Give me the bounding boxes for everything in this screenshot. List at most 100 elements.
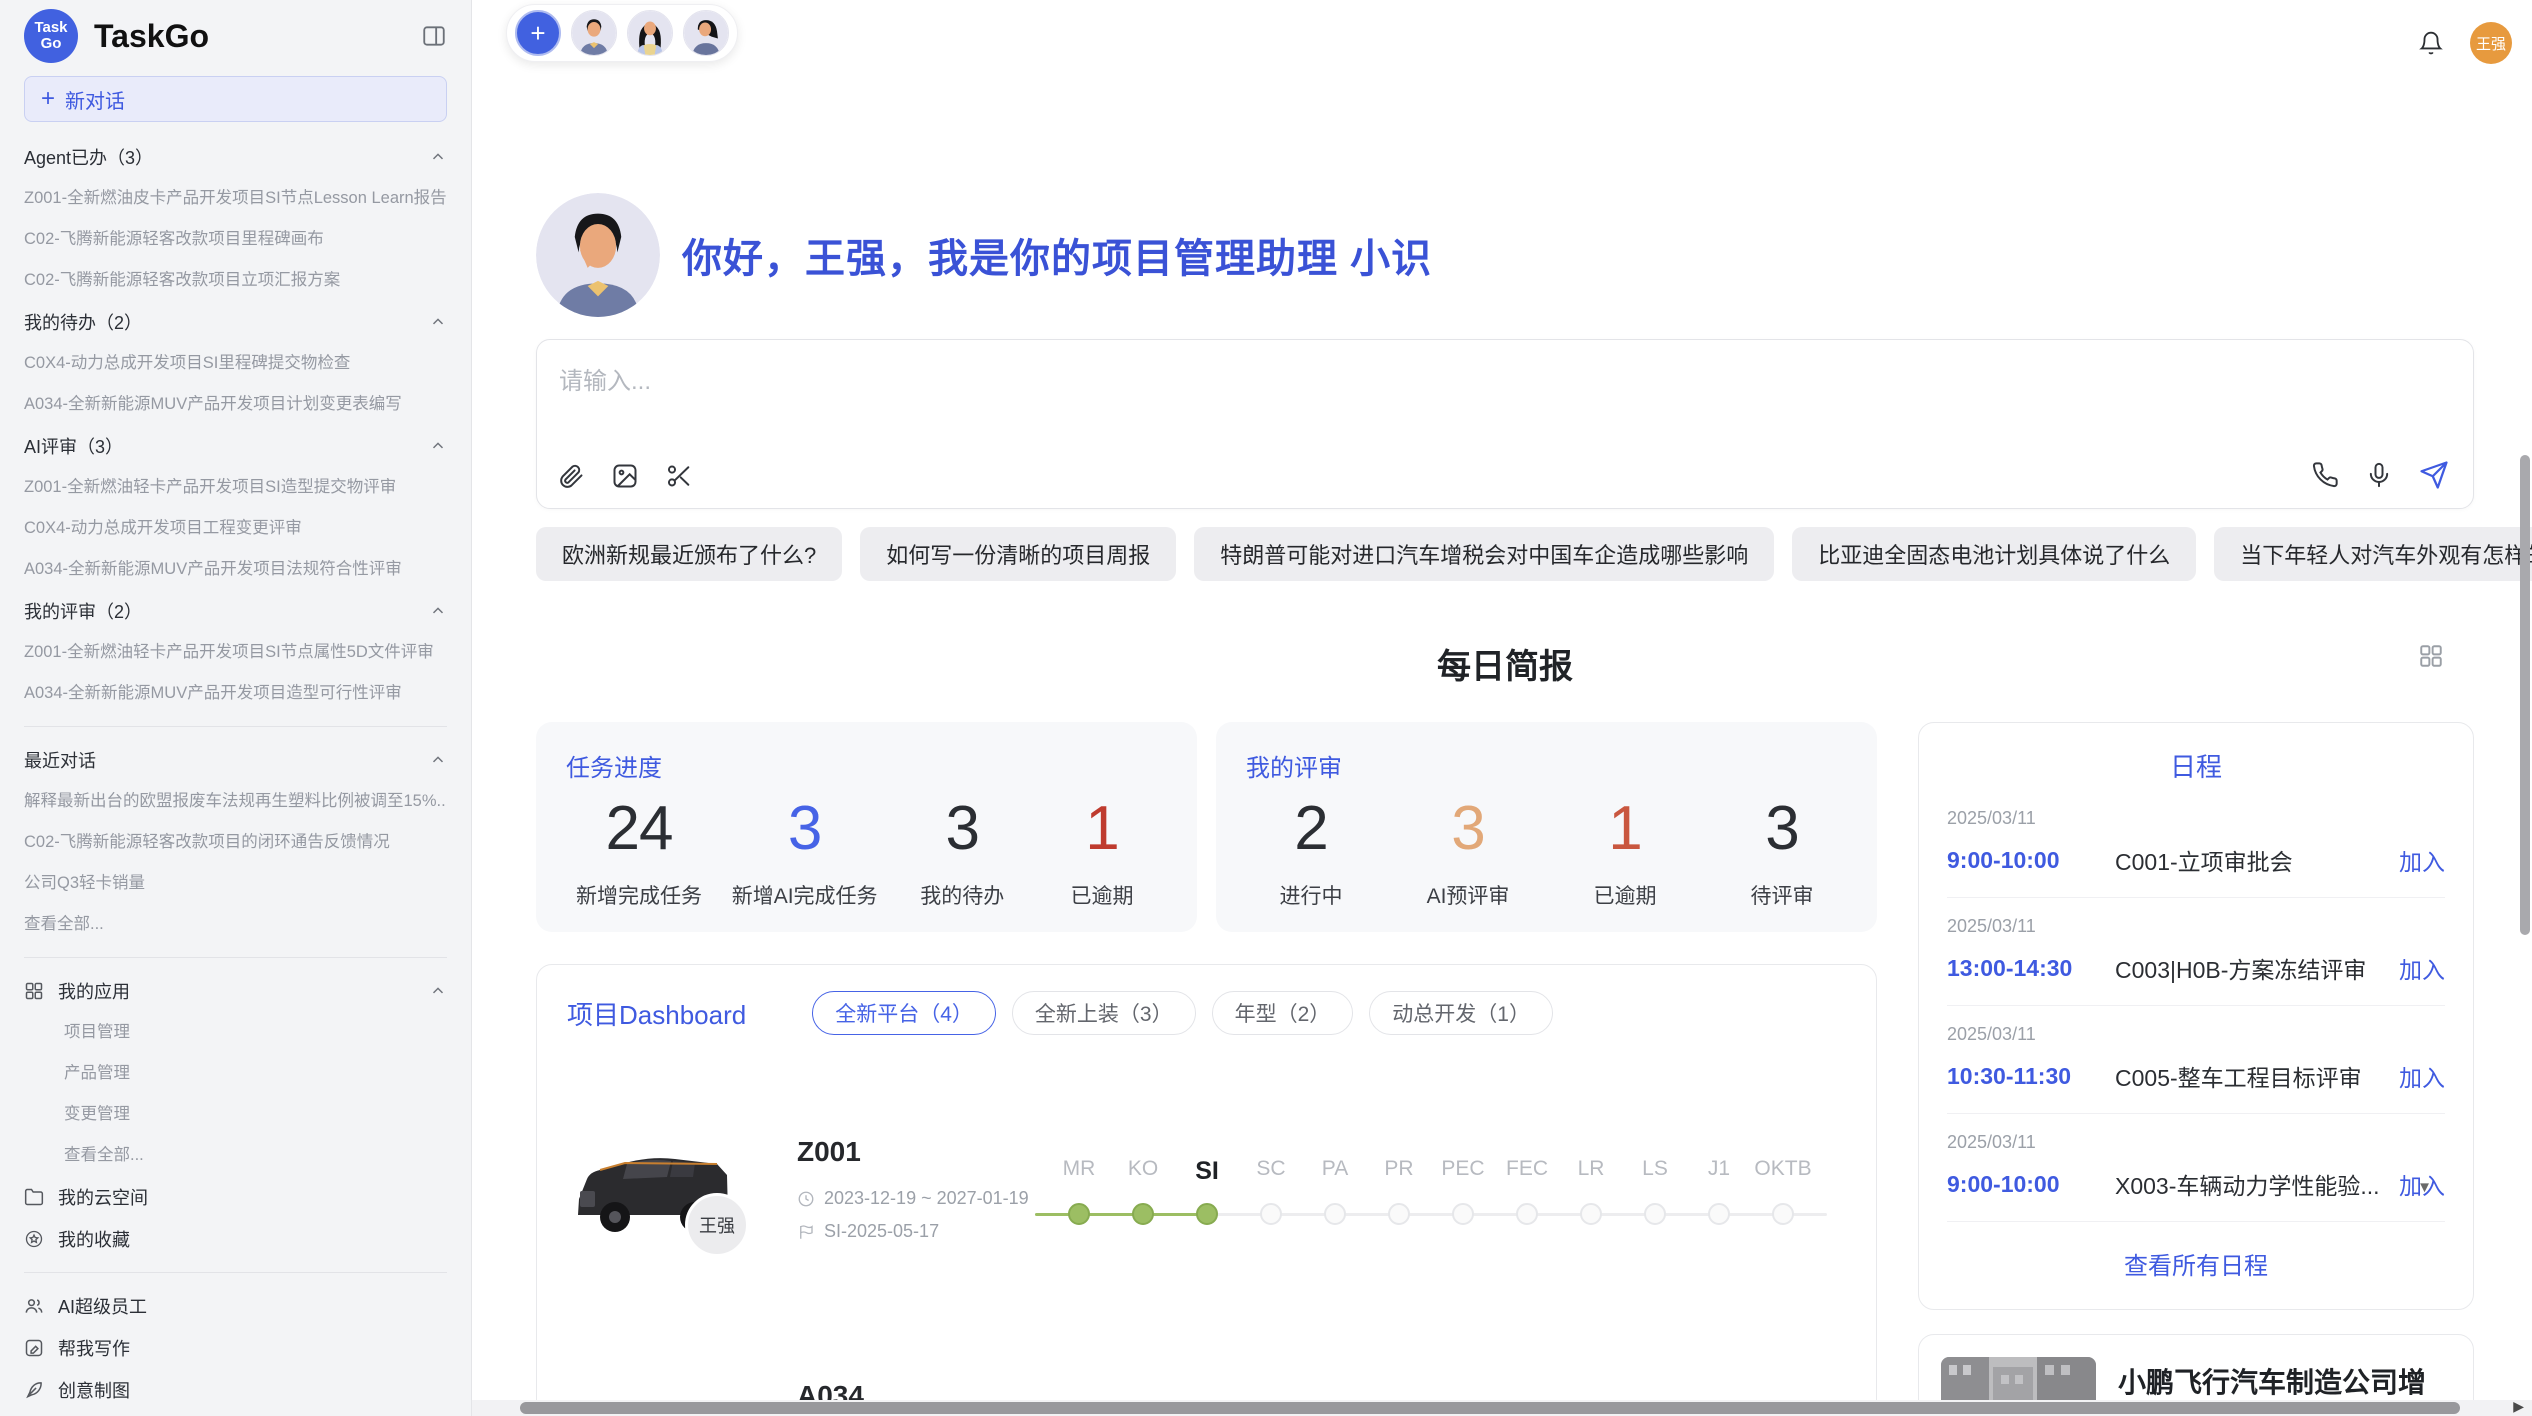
avatar-man[interactable] <box>571 10 617 56</box>
attachment-icon[interactable] <box>557 462 585 490</box>
chevron-up-icon[interactable] <box>429 751 447 769</box>
milestone-label: SC <box>1239 1157 1303 1186</box>
sidebar-item[interactable]: 项目管理 <box>24 1012 447 1053</box>
recent-view-all[interactable]: 查看全部... <box>24 904 447 945</box>
milestone-label: SI <box>1175 1157 1239 1186</box>
suggestion-chip[interactable]: 比亚迪全固态电池计划具体说了什么 <box>1792 527 2196 581</box>
scissors-icon[interactable] <box>665 462 693 490</box>
clock-icon <box>797 1190 815 1208</box>
message-input[interactable] <box>559 368 1721 396</box>
sidebar-item[interactable]: C02-飞腾新能源轻客改款项目立项汇报方案 <box>24 260 447 301</box>
avatar-woman-2[interactable] <box>683 10 729 56</box>
sidebar-item-creative-drawing[interactable]: 创意制图 <box>24 1369 447 1411</box>
recent-chats-header[interactable]: 最近对话 <box>24 739 447 781</box>
dashboard-title: 项目Dashboard <box>567 995 746 1032</box>
dashboard-tab[interactable]: 动总开发（1） <box>1369 991 1553 1035</box>
sidebar-item[interactable]: 公司Q3轻卡销量 <box>24 863 447 904</box>
scroll-down-icon[interactable]: ▼ <box>2417 1179 2432 1196</box>
milestone-dot[interactable] <box>1644 1203 1666 1225</box>
apps-view-all[interactable]: 查看全部... <box>24 1135 447 1176</box>
divider <box>24 957 447 958</box>
milestone-dot[interactable] <box>1772 1203 1794 1225</box>
schedule-event: 2025/03/11 10:30-11:30 C005-整车工程目标评审 加入 <box>1947 1006 2445 1114</box>
chevron-up-icon[interactable] <box>429 602 447 620</box>
milestone-dot[interactable] <box>1196 1203 1218 1225</box>
milestone-dot[interactable] <box>1452 1203 1474 1225</box>
chevron-up-icon[interactable] <box>429 148 447 166</box>
milestone-dot[interactable] <box>1388 1203 1410 1225</box>
sidebar-item[interactable]: 产品管理 <box>24 1053 447 1094</box>
sidebar-item[interactable]: 变更管理 <box>24 1094 447 1135</box>
join-button[interactable]: 加入 <box>2399 1059 2445 1093</box>
stat-value: 3 <box>907 793 1017 864</box>
suggestion-chips: 欧洲新规最近颁布了什么? 如何写一份清晰的项目周报特朗普可能对进口汽车增税会对中国… <box>536 527 2474 581</box>
new-chat-button[interactable]: + 新对话 <box>24 76 447 122</box>
suggestion-chip[interactable]: 当下年轻人对汽车外观有怎样的喜好趋势 <box>2214 527 2532 581</box>
sidebar-section-header[interactable]: 我的评审（2） <box>24 590 447 632</box>
phone-call-icon[interactable] <box>2311 461 2339 489</box>
scroll-right-arrow[interactable]: ▶ <box>2513 1398 2524 1415</box>
dashboard-tab[interactable]: 年型（2） <box>1212 991 1354 1035</box>
chevron-up-icon[interactable] <box>429 313 447 331</box>
milestone-dot[interactable] <box>1580 1203 1602 1225</box>
user-avatar[interactable]: 王强 <box>2470 22 2512 64</box>
stat: 2 进行中 <box>1256 793 1366 910</box>
sidebar-item[interactable]: A034-全新新能源MUV产品开发项目法规符合性评审 <box>24 549 447 590</box>
folder-icon <box>24 1187 44 1207</box>
notification-bell-icon[interactable] <box>2418 30 2444 56</box>
milestone-dot[interactable] <box>1068 1203 1090 1225</box>
suggestion-chip[interactable]: 特朗普可能对进口汽车增税会对中国车企造成哪些影响 <box>1194 527 1774 581</box>
sidebar-item[interactable]: C0X4-动力总成开发项目工程变更评审 <box>24 508 447 549</box>
dashboard-tab[interactable]: 全新上装（3） <box>1012 991 1196 1035</box>
milestone-label: PEC <box>1431 1157 1495 1186</box>
milestone-dot[interactable] <box>1260 1203 1282 1225</box>
suggestion-chip[interactable]: 如何写一份清晰的项目周报 <box>860 527 1176 581</box>
join-button[interactable]: 加入 <box>2399 843 2445 877</box>
view-all-schedule-link[interactable]: 查看所有日程 <box>1947 1222 2445 1291</box>
event-date: 2025/03/11 <box>1947 808 2445 829</box>
image-icon[interactable] <box>611 462 639 490</box>
send-icon[interactable] <box>2419 460 2449 490</box>
sidebar-item[interactable]: C02-飞腾新能源轻客改款项目的闭环通告反馈情况 <box>24 822 447 863</box>
sidebar-item[interactable]: Z001-全新燃油皮卡产品开发项目SI节点Lesson Learn报告 <box>24 178 447 219</box>
event-title: C003|H0B-方案冻结评审 <box>2115 951 2389 985</box>
horizontal-scrollbar-thumb[interactable] <box>520 1402 2460 1414</box>
milestone-dot[interactable] <box>1516 1203 1538 1225</box>
project-row[interactable]: 王强 Z001 2023-12-19 ~ 2027-01-19 SI-2025-… <box>567 1099 1846 1279</box>
sidebar-item[interactable]: A034-全新新能源MUV产品开发项目计划变更表编写 <box>24 384 447 425</box>
sidebar-item-favorites[interactable]: 我的收藏 <box>24 1218 447 1260</box>
dashboard-tab[interactable]: 全新平台（4） <box>812 991 996 1035</box>
milestone-label: OKTB <box>1751 1157 1815 1186</box>
join-button[interactable]: 加入 <box>2399 951 2445 985</box>
suggestion-chip[interactable]: 欧洲新规最近颁布了什么? <box>536 527 842 581</box>
collapse-sidebar-icon[interactable] <box>421 23 447 49</box>
sidebar-item[interactable]: C02-飞腾新能源轻客改款项目里程碑画布 <box>24 219 447 260</box>
chevron-up-icon[interactable] <box>429 982 447 1000</box>
avatar-woman-1[interactable] <box>627 10 673 56</box>
chevron-up-icon[interactable] <box>429 437 447 455</box>
stat-label: 进行中 <box>1256 880 1366 910</box>
sidebar-item[interactable]: 解释最新出台的欧盟报废车法规再生塑料比例被调至15%... <box>24 781 447 822</box>
milestone-dot[interactable] <box>1132 1203 1154 1225</box>
event-date: 2025/03/11 <box>1947 1132 2445 1153</box>
sidebar-item-ai-super-staff[interactable]: AI超级员工 <box>24 1285 447 1327</box>
sidebar-item[interactable]: Z001-全新燃油轻卡产品开发项目SI节点属性5D文件评审 <box>24 632 447 673</box>
add-member-button[interactable]: + <box>515 10 561 56</box>
sidebar-section-header[interactable]: 我的待办（2） <box>24 301 447 343</box>
sidebar-item-help-me-write[interactable]: 帮我写作 <box>24 1327 447 1369</box>
sidebar-item[interactable]: A034-全新新能源MUV产品开发项目造型可行性评审 <box>24 673 447 714</box>
grid-icon <box>24 981 44 1001</box>
vertical-scrollbar[interactable] <box>2520 455 2530 935</box>
my-apps-header[interactable]: 我的应用 <box>24 970 447 1012</box>
sidebar-section-header[interactable]: Agent已办（3） <box>24 136 447 178</box>
sidebar-item-cloud-space[interactable]: 我的云空间 <box>24 1176 447 1218</box>
microphone-icon[interactable] <box>2365 461 2393 489</box>
milestone-dot[interactable] <box>1708 1203 1730 1225</box>
layout-grid-icon[interactable] <box>2418 643 2444 669</box>
my-apps-section: 我的应用 项目管理产品管理变更管理 查看全部... <box>24 970 447 1176</box>
sidebar-section: Agent已办（3） Z001-全新燃油皮卡产品开发项目SI节点Lesson L… <box>24 136 447 301</box>
sidebar-section-header[interactable]: AI评审（3） <box>24 425 447 467</box>
sidebar-item[interactable]: C0X4-动力总成开发项目SI里程碑提交物检查 <box>24 343 447 384</box>
milestone-dot[interactable] <box>1324 1203 1346 1225</box>
sidebar-item[interactable]: Z001-全新燃油轻卡产品开发项目SI造型提交物评审 <box>24 467 447 508</box>
